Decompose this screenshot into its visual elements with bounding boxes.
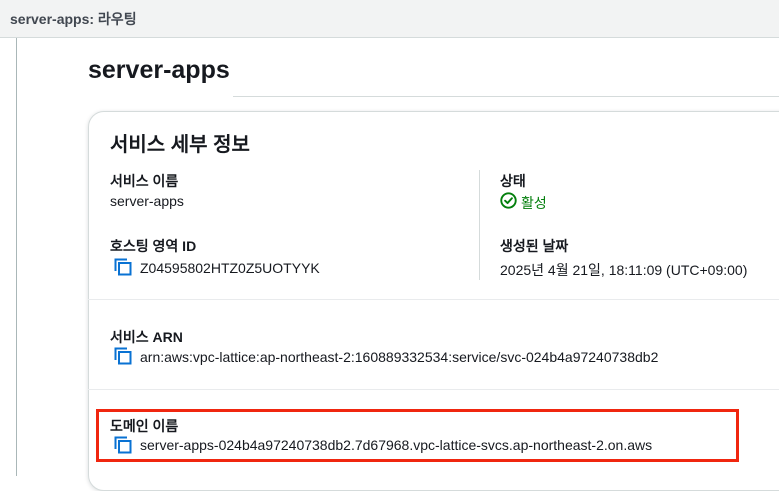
header-divider [233, 96, 779, 97]
breadcrumb-title: server-apps: 라우팅 [10, 11, 137, 27]
highlight-box [96, 409, 739, 462]
copy-icon[interactable] [114, 258, 132, 276]
section-divider [88, 299, 779, 300]
left-rail-divider [16, 38, 17, 476]
breadcrumb-bar: server-apps: 라우팅 [0, 0, 779, 38]
service-arn-label: 서비스 ARN [110, 329, 183, 345]
service-name-label: 서비스 이름 [110, 173, 179, 189]
section-divider [88, 389, 779, 390]
check-circle-icon [500, 192, 517, 209]
copy-icon[interactable] [114, 347, 132, 365]
service-arn-value: arn:aws:vpc-lattice:ap-northeast-2:16088… [140, 349, 659, 365]
created-date-value: 2025년 4월 21일, 18:11:09 (UTC+09:00) [500, 262, 748, 278]
page-title: server-apps [88, 56, 230, 84]
hosted-zone-id-value: Z04595802HTZ0Z5UOTYYK [140, 260, 320, 276]
panel-title: 서비스 세부 정보 [110, 134, 250, 156]
hosted-zone-id-label: 호스팅 영역 ID [110, 238, 197, 254]
status-value: 활성 [521, 195, 547, 211]
created-date-label: 생성된 날짜 [500, 238, 569, 254]
column-divider [479, 170, 480, 280]
status-label: 상태 [500, 173, 526, 189]
service-name-value: server-apps [110, 193, 184, 209]
